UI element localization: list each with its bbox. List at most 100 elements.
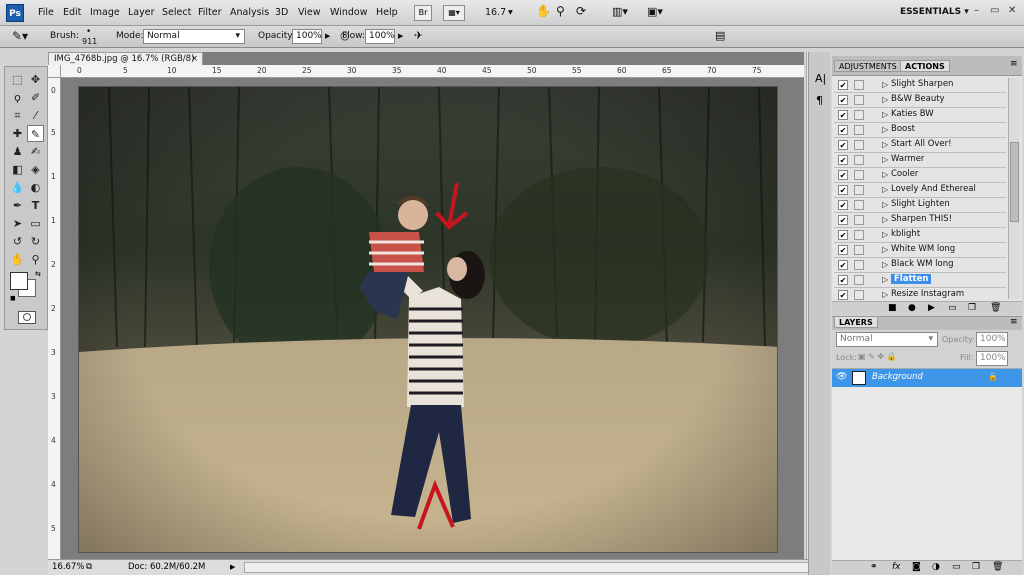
checkmark-icon[interactable]: ✔: [838, 290, 848, 300]
panel-menu-icon[interactable]: ≡: [1010, 59, 1018, 69]
marquee-tool-icon[interactable]: ⬚: [9, 71, 26, 88]
dialog-toggle[interactable]: [854, 110, 864, 120]
checkmark-icon[interactable]: ✔: [838, 245, 848, 255]
checkmark-icon[interactable]: ✔: [838, 95, 848, 105]
list-item[interactable]: ✔ ▷ Black WM long: [834, 258, 1006, 273]
bridge-icon[interactable]: Br: [414, 5, 432, 21]
expand-triangle-icon[interactable]: ▷: [882, 155, 888, 164]
checkmark-icon[interactable]: ✔: [838, 185, 848, 195]
horizontal-ruler[interactable]: 0 5 10 15 20 25 30 35 40 45 50 55 60 65 …: [61, 65, 804, 78]
expand-triangle-icon[interactable]: ▷: [882, 200, 888, 209]
new-layer-icon[interactable]: ❐: [972, 562, 980, 572]
expand-triangle-icon[interactable]: ▷: [882, 80, 888, 89]
canvas-horizontal-scrollbar[interactable]: [244, 562, 822, 573]
list-item[interactable]: ✔ ▷ Boost: [834, 123, 1006, 138]
status-menu-icon[interactable]: ▶: [230, 560, 235, 574]
checkmark-icon[interactable]: ✔: [838, 110, 848, 120]
mode-select[interactable]: Normal ▾: [143, 29, 245, 44]
swap-colors-icon[interactable]: ⇆: [35, 270, 41, 278]
checkmark-icon[interactable]: ✔: [838, 125, 848, 135]
trash-icon[interactable]: 🗑: [990, 303, 1001, 313]
3d-orbit-tool-icon[interactable]: ↻: [27, 233, 44, 250]
zoom-level[interactable]: 16.7: [485, 7, 506, 18]
eraser-tool-icon[interactable]: ◧: [9, 161, 26, 178]
healing-brush-tool-icon[interactable]: ✚: [9, 125, 26, 142]
checkmark-icon[interactable]: ✔: [838, 170, 848, 180]
menu-filter[interactable]: Filter: [198, 7, 222, 18]
image-canvas[interactable]: [78, 86, 778, 553]
list-item[interactable]: ✔ ▷ White WM long: [834, 243, 1006, 258]
close-tab-icon[interactable]: ×: [191, 53, 198, 65]
menu-layer[interactable]: Layer: [128, 7, 155, 18]
list-item[interactable]: ✔ ▷ kblight: [834, 228, 1006, 243]
zoom-percentage[interactable]: 16.67%: [52, 560, 84, 574]
link-layers-icon[interactable]: ⚭: [870, 562, 878, 572]
dialog-toggle[interactable]: [854, 95, 864, 105]
dialog-toggle[interactable]: [854, 125, 864, 135]
opacity-slider-icon[interactable]: ▶: [325, 32, 330, 40]
ruler-origin[interactable]: [48, 65, 61, 78]
screen-mode-icon[interactable]: ▣▾: [647, 5, 663, 18]
layer-opacity-field[interactable]: 100%: [976, 332, 1008, 347]
menu-analysis[interactable]: Analysis: [230, 7, 269, 18]
expand-triangle-icon[interactable]: ▷: [882, 245, 888, 254]
list-item[interactable]: ✔ ▷ Katies BW: [834, 108, 1006, 123]
dialog-toggle[interactable]: [854, 215, 864, 225]
new-action-icon[interactable]: ❐: [968, 303, 976, 313]
zoom-tool-icon[interactable]: ⚲: [27, 251, 44, 268]
expand-triangle-icon[interactable]: ▷: [882, 95, 888, 104]
quick-mask-icon[interactable]: [18, 311, 36, 324]
document-tab[interactable]: IMG_4768b.jpg @ 16.7% (RGB/8) ×: [48, 52, 203, 65]
brush-size[interactable]: 911: [82, 37, 97, 46]
dialog-toggle[interactable]: [854, 170, 864, 180]
brush-dot-icon[interactable]: •: [86, 27, 91, 37]
blur-tool-icon[interactable]: 💧: [9, 179, 26, 196]
list-item[interactable]: ✔ ▷ B&W Beauty: [834, 93, 1006, 108]
vertical-ruler[interactable]: 0 5 1 1 2 2 3 3 4 4 5: [48, 78, 61, 559]
character-panel-icon[interactable]: A|: [815, 72, 826, 85]
dialog-toggle[interactable]: [854, 80, 864, 90]
dialog-toggle[interactable]: [854, 140, 864, 150]
menu-window[interactable]: Window: [330, 7, 367, 18]
actions-scrollbar[interactable]: [1008, 78, 1020, 299]
expand-triangle-icon[interactable]: ▷: [882, 260, 888, 269]
zoom-dropdown-icon[interactable]: ▾: [508, 7, 513, 18]
list-item[interactable]: ✔ ▷ Cooler: [834, 168, 1006, 183]
flow-field[interactable]: 100%: [365, 29, 395, 44]
list-item[interactable]: ✔ ▷ Sharpen THIS!: [834, 213, 1006, 228]
menu-image[interactable]: Image: [90, 7, 120, 18]
brush-preset-icon[interactable]: ✎▾: [12, 29, 28, 43]
hand-tool-icon[interactable]: ✋: [9, 251, 26, 268]
list-item[interactable]: ✔ ▷ Lovely And Ethereal: [834, 183, 1006, 198]
path-select-tool-icon[interactable]: ➤: [9, 215, 26, 232]
expand-triangle-icon[interactable]: ▷: [882, 140, 888, 149]
tab-actions[interactable]: ACTIONS: [900, 60, 950, 72]
clone-stamp-tool-icon[interactable]: ♟: [9, 143, 26, 160]
dialog-toggle[interactable]: [854, 230, 864, 240]
list-item-selected[interactable]: ✔ ▷ Flatten: [834, 273, 1006, 288]
checkmark-icon[interactable]: ✔: [838, 215, 848, 225]
arrange-documents-icon[interactable]: ▥▾: [612, 5, 628, 18]
dodge-tool-icon[interactable]: ◐: [27, 179, 44, 196]
layer-style-icon[interactable]: fx: [892, 562, 901, 572]
crop-tool-icon[interactable]: ⌗: [9, 107, 26, 124]
list-item[interactable]: ✔ ▷ Slight Sharpen: [834, 78, 1006, 93]
view-extras-icon[interactable]: ▦▾: [443, 5, 465, 21]
checkmark-icon[interactable]: ✔: [838, 260, 848, 270]
menu-select[interactable]: Select: [162, 7, 191, 18]
flow-slider-icon[interactable]: ▶: [398, 32, 403, 40]
default-colors-icon[interactable]: ◼: [10, 294, 16, 302]
dialog-toggle[interactable]: [854, 185, 864, 195]
opacity-field[interactable]: 100%: [292, 29, 322, 44]
checkmark-icon[interactable]: ✔: [838, 230, 848, 240]
expand-triangle-icon[interactable]: ▷: [882, 230, 888, 239]
dialog-toggle[interactable]: [854, 155, 864, 165]
record-icon[interactable]: ●: [908, 303, 916, 313]
list-item[interactable]: ✔ ▷ Start All Over!: [834, 138, 1006, 153]
dialog-toggle[interactable]: [854, 290, 864, 300]
eye-icon[interactable]: 👁: [836, 372, 847, 382]
blend-mode-select[interactable]: Normal ▾: [836, 332, 938, 347]
tab-adjustments[interactable]: ADJUSTMENTS: [834, 60, 902, 72]
expand-triangle-icon[interactable]: ▷: [882, 170, 888, 179]
hand-tool-icon[interactable]: ✋: [536, 4, 551, 18]
